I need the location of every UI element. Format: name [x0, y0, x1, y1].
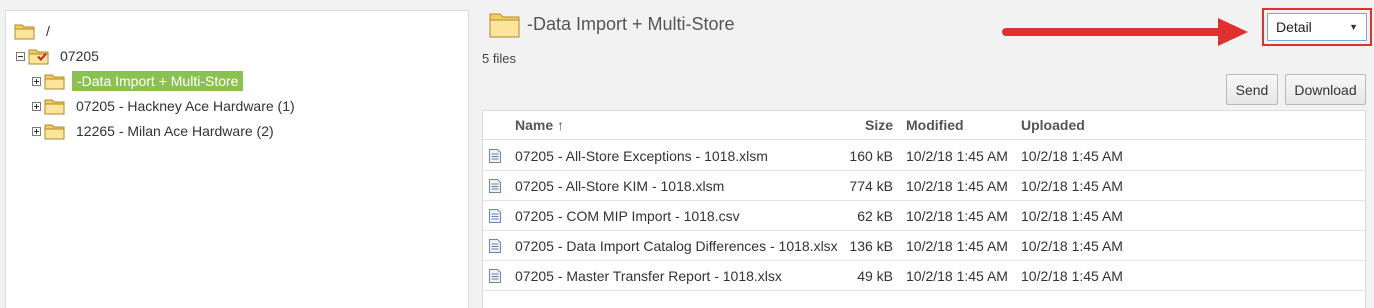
file-name[interactable]: 07205 - All-Store KIM - 1018.xlsm [515, 171, 724, 200]
collapse-toggle-icon[interactable] [16, 51, 25, 61]
folder-icon [44, 72, 66, 90]
red-arrow-annotation [1002, 18, 1248, 46]
tree-item-hackney[interactable]: 07205 - Hackney Ace Hardware (1) [32, 95, 299, 117]
file-name[interactable]: 07205 - Data Import Catalog Differences … [515, 231, 838, 260]
view-mode-select[interactable]: Detail ▼ [1267, 13, 1367, 41]
table-row[interactable]: 07205 - Master Transfer Report - 1018.xl… [483, 261, 1365, 291]
folder-icon [14, 22, 36, 40]
file-modified: 10/2/18 1:45 AM [906, 177, 1008, 194]
table-row[interactable]: 07205 - Data Import Catalog Differences … [483, 231, 1365, 261]
expand-toggle-icon[interactable] [32, 101, 41, 111]
file-size: 49 kB [857, 267, 893, 284]
expand-toggle-icon[interactable] [32, 126, 41, 136]
file-table: Name ↑ Size Modified Uploaded 07205 - Al… [482, 110, 1366, 308]
tree-node-label: 07205 [60, 48, 99, 64]
file-size: 136 kB [849, 237, 893, 254]
file-modified: 10/2/18 1:45 AM [906, 267, 1008, 284]
document-icon [489, 209, 501, 223]
tree-root[interactable]: / [14, 20, 54, 42]
column-header-size[interactable]: Size [865, 111, 893, 139]
column-header-uploaded[interactable]: Uploaded [1021, 111, 1085, 139]
tree-item-label: -Data Import + Multi-Store [72, 71, 244, 91]
file-name[interactable]: 07205 - COM MIP Import - 1018.csv [515, 201, 740, 230]
file-modified: 10/2/18 1:45 AM [906, 237, 1008, 254]
table-row[interactable]: 07205 - COM MIP Import - 1018.csv 62 kB … [483, 201, 1365, 231]
expand-toggle-icon[interactable] [32, 76, 41, 86]
folder-tree-panel: / 07205 -Data Import + Multi-Store 07205… [5, 10, 469, 308]
file-count: 5 files [482, 51, 516, 66]
column-header-modified[interactable]: Modified [906, 111, 964, 139]
file-uploaded: 10/2/18 1:45 AM [1021, 207, 1123, 224]
document-icon [489, 149, 501, 163]
folder-icon [44, 122, 66, 140]
folder-header: -Data Import + Multi-Store [489, 10, 735, 38]
view-select-highlight: Detail ▼ [1262, 8, 1372, 46]
file-name[interactable]: 07205 - Master Transfer Report - 1018.xl… [515, 261, 782, 290]
file-uploaded: 10/2/18 1:45 AM [1021, 147, 1123, 164]
file-size: 62 kB [857, 207, 893, 224]
shared-folder-icon [28, 47, 50, 65]
file-name[interactable]: 07205 - All-Store Exceptions - 1018.xlsm [515, 141, 768, 170]
document-icon [489, 239, 501, 253]
tree-item-milan[interactable]: 12265 - Milan Ace Hardware (2) [32, 120, 278, 142]
tree-item-label: 12265 - Milan Ace Hardware (2) [76, 123, 274, 139]
document-icon [489, 269, 501, 283]
tree-item-data-import[interactable]: -Data Import + Multi-Store [32, 70, 244, 92]
tree-root-label: / [46, 23, 50, 39]
folder-icon [489, 10, 521, 38]
tree-item-label: 07205 - Hackney Ace Hardware (1) [76, 98, 295, 114]
file-size: 774 kB [849, 177, 893, 194]
table-row[interactable]: 07205 - All-Store Exceptions - 1018.xlsm… [483, 141, 1365, 171]
page-title: -Data Import + Multi-Store [527, 13, 735, 34]
caret-down-icon: ▼ [1349, 22, 1358, 32]
table-row[interactable]: 07205 - All-Store KIM - 1018.xlsm 774 kB… [483, 171, 1365, 201]
view-mode-value: Detail [1276, 19, 1312, 35]
folder-icon [44, 97, 66, 115]
download-button[interactable]: Download [1285, 74, 1366, 105]
file-modified: 10/2/18 1:45 AM [906, 207, 1008, 224]
tree-node-07205[interactable]: 07205 [16, 45, 103, 67]
file-size: 160 kB [849, 147, 893, 164]
file-uploaded: 10/2/18 1:45 AM [1021, 267, 1123, 284]
document-icon [489, 179, 501, 193]
file-modified: 10/2/18 1:45 AM [906, 147, 1008, 164]
send-button[interactable]: Send [1226, 74, 1278, 105]
file-uploaded: 10/2/18 1:45 AM [1021, 177, 1123, 194]
file-uploaded: 10/2/18 1:45 AM [1021, 237, 1123, 254]
table-header: Name ↑ Size Modified Uploaded [483, 111, 1365, 140]
column-header-name[interactable]: Name ↑ [515, 111, 564, 139]
